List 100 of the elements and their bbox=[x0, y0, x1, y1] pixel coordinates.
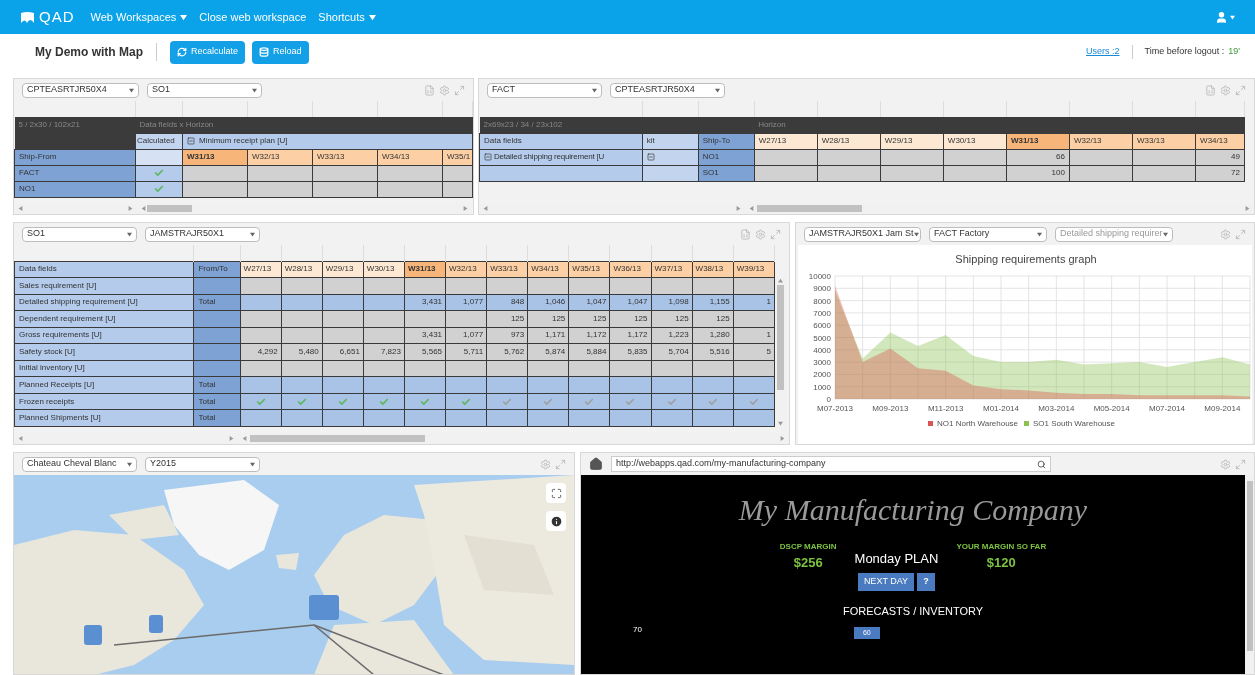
week-header: W32/13 bbox=[1069, 133, 1133, 149]
collapse-icon[interactable] bbox=[187, 137, 195, 145]
fullscreen-button[interactable] bbox=[546, 483, 566, 503]
scroll-right-icon bbox=[780, 436, 785, 441]
axis-tick-label: 4000 bbox=[813, 345, 831, 355]
fullscreen-icon bbox=[550, 487, 562, 499]
legend-swatch bbox=[928, 421, 933, 426]
week-header: W27/13 bbox=[240, 261, 282, 278]
metric-label: YOUR MARGIN SO FAR bbox=[956, 541, 1047, 553]
week-header: W28/13 bbox=[817, 133, 881, 149]
home-icon[interactable] bbox=[589, 457, 603, 471]
axis-tick-label: M09-2013 bbox=[872, 404, 909, 413]
url-field[interactable]: http://webapps.qad.com/my-manufacturing-company bbox=[611, 456, 1051, 472]
scroll-left-icon bbox=[141, 206, 146, 211]
expand-icon[interactable] bbox=[1235, 458, 1246, 470]
expand-icon[interactable] bbox=[454, 84, 465, 96]
workspace-title: My Demo with Map bbox=[35, 44, 143, 61]
collapse-icon[interactable] bbox=[484, 153, 492, 161]
site-title: My Manufacturing Company bbox=[738, 495, 1088, 525]
settings-icon[interactable] bbox=[1220, 84, 1231, 96]
settings-icon[interactable] bbox=[439, 84, 450, 96]
export-icon[interactable] bbox=[1205, 84, 1216, 96]
table-cell: Ship-From bbox=[14, 149, 136, 165]
week-header: W27/13 bbox=[754, 133, 818, 149]
dropdown[interactable]: JAMSTRAJR50X1 bbox=[145, 226, 260, 242]
week-header: W39/13 bbox=[733, 261, 775, 278]
scroll-right-icon bbox=[229, 436, 235, 441]
expand-icon[interactable] bbox=[1235, 228, 1246, 240]
axis-tick-label: 2000 bbox=[813, 370, 831, 380]
table-cell: 5 / 2x30 / 102x21 bbox=[14, 117, 136, 133]
caret-icon bbox=[592, 87, 597, 93]
caret-icon bbox=[1163, 231, 1168, 237]
vertical-scrollbar[interactable] bbox=[1245, 475, 1254, 674]
dropdown[interactable]: Y2015 bbox=[145, 456, 260, 472]
axis-tick-label: 9000 bbox=[813, 284, 831, 294]
help-button[interactable]: ? bbox=[917, 572, 936, 591]
scroll-right-icon bbox=[736, 206, 741, 211]
metric-value: $120 bbox=[986, 554, 1016, 572]
axis-tick-label: 70 bbox=[633, 624, 642, 636]
axis-tick-label: 10000 bbox=[808, 272, 831, 281]
dropdown[interactable]: JAMSTRAJR50X1 Jam St bbox=[804, 226, 921, 242]
axis-tick-label: M03-2014 bbox=[1038, 404, 1075, 413]
dropdown[interactable]: SO1 bbox=[22, 226, 137, 242]
dropdown[interactable]: CPTEASRTJR50X4 bbox=[610, 82, 725, 98]
settings-icon[interactable] bbox=[1220, 228, 1231, 240]
metric-label: DSCP MARGIN bbox=[779, 541, 837, 553]
expand-icon[interactable] bbox=[555, 458, 566, 470]
week-header: W38/13 bbox=[692, 261, 734, 278]
week-header: W36/13 bbox=[609, 261, 651, 278]
caret-icon bbox=[1037, 231, 1042, 237]
week-header: W31/13 bbox=[404, 261, 446, 278]
week-header: W30/13 bbox=[943, 133, 1007, 149]
column-header: kit bbox=[642, 133, 699, 149]
users-link[interactable]: Users :2 bbox=[1086, 45, 1120, 59]
week-header: W30/13 bbox=[363, 261, 405, 278]
dropdown[interactable]: Chateau Cheval Blanc bbox=[22, 456, 137, 472]
scroll-right-icon bbox=[128, 206, 133, 211]
caret-icon bbox=[1230, 14, 1235, 20]
column-header: Data fields bbox=[14, 261, 194, 278]
caret-icon bbox=[913, 231, 919, 237]
axis-tick-label: 5000 bbox=[813, 333, 831, 343]
dropdown[interactable]: FACT Factory bbox=[929, 226, 1047, 242]
scroll-left-icon bbox=[483, 206, 488, 211]
settings-icon[interactable] bbox=[755, 228, 766, 240]
metric-value: $256 bbox=[793, 554, 823, 572]
caret-icon bbox=[715, 87, 720, 93]
next-day-button[interactable]: NEXT DAY bbox=[857, 572, 915, 591]
column-header: From/To bbox=[193, 261, 241, 278]
export-icon[interactable] bbox=[740, 228, 751, 240]
table-cell: Calculated bbox=[135, 133, 183, 149]
info-button[interactable] bbox=[546, 511, 566, 531]
dropdown[interactable]: FACT bbox=[487, 82, 602, 98]
axis-tick-label: M01-2014 bbox=[983, 404, 1019, 413]
expand-icon[interactable] bbox=[770, 228, 781, 240]
settings-icon[interactable] bbox=[540, 458, 551, 470]
export-icon[interactable] bbox=[424, 84, 435, 96]
chart-title: Shipping requirements graph bbox=[955, 253, 1097, 265]
axis-tick-label: 7000 bbox=[813, 308, 831, 318]
axis-tick-label: 6000 bbox=[813, 321, 831, 331]
logo-text: QAD bbox=[39, 6, 75, 27]
column-header: Data fields bbox=[479, 133, 643, 149]
dropdown[interactable]: SO1 bbox=[147, 82, 262, 98]
scroll-left-icon bbox=[242, 436, 248, 441]
caret-icon bbox=[250, 461, 255, 467]
group-label: Minimum receipt plan [U] bbox=[199, 135, 288, 147]
user-icon[interactable] bbox=[1215, 10, 1228, 24]
dropdown[interactable]: CPTEASRTJR50X4 bbox=[22, 82, 139, 98]
logout-label: Time before logout : bbox=[1144, 45, 1225, 59]
week-header: W33/13 bbox=[486, 261, 528, 278]
table-cell: Horizon bbox=[754, 117, 1245, 133]
axis-tick-label: 1000 bbox=[813, 382, 831, 392]
collapse-icon[interactable] bbox=[646, 153, 655, 161]
week-header: W33/13 bbox=[1132, 133, 1196, 149]
settings-icon[interactable] bbox=[1220, 458, 1231, 470]
week-header: W35/13 bbox=[568, 261, 610, 278]
scroll-left-icon bbox=[18, 206, 23, 211]
expand-icon[interactable] bbox=[1235, 84, 1246, 96]
axis-tick-label: M09-2014 bbox=[1204, 404, 1241, 413]
scroll-left-icon bbox=[18, 436, 23, 441]
table-cell: 2x69x23 / 34 / 23x102 bbox=[479, 117, 755, 133]
